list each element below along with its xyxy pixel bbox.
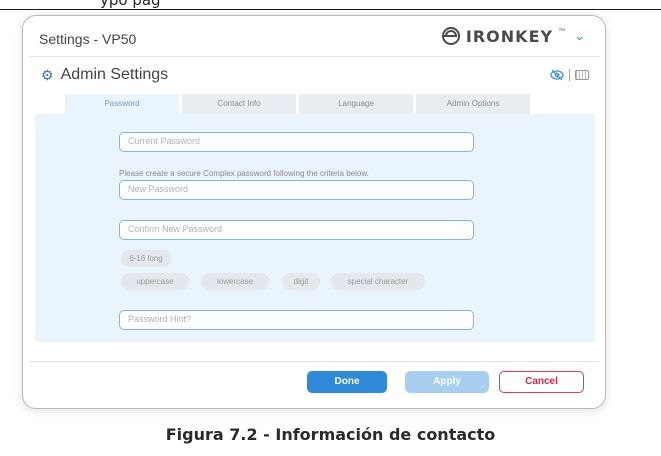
confirm-password-field[interactable]: Confirm New Password <box>119 220 474 240</box>
figure-caption: Figura 7.2 - Información de contacto <box>165 425 496 444</box>
criteria-chip-uppercase: uppercase <box>121 273 189 290</box>
criteria-chip-digit: digit <box>282 273 320 290</box>
ironkey-logo-icon <box>441 27 460 45</box>
brand: IRONKEY ™ ⌄ <box>441 26 585 46</box>
tab-language[interactable]: Language <box>299 94 413 114</box>
tab-admin-options[interactable]: Admin Options <box>416 94 530 114</box>
password-panel: Current Password Please create a secure … <box>35 114 595 342</box>
cancel-button[interactable]: Cancel <box>499 371 584 393</box>
brand-trademark: ™ <box>558 28 566 35</box>
new-password-field[interactable]: New Password <box>119 180 474 200</box>
chevron-down-icon[interactable]: ⌄ <box>574 28 585 44</box>
apply-button[interactable]: Apply <box>405 371 489 393</box>
show-password-icon[interactable] <box>550 69 564 81</box>
criteria-instruction: Please create a secure Complex password … <box>119 169 369 178</box>
tab-contact-info[interactable]: Contact Info <box>182 94 296 114</box>
done-button[interactable]: Done <box>307 371 387 393</box>
header-icons <box>550 69 589 81</box>
icon-divider <box>569 69 570 81</box>
settings-window: Settings - VP50 IRONKEY ™ ⌄ ⚙ Admin Sett… <box>22 15 606 409</box>
title-divider <box>29 56 599 57</box>
footer-divider <box>29 361 599 362</box>
admin-settings-title: Admin Settings <box>60 66 169 83</box>
tab-password[interactable]: Password <box>65 94 179 114</box>
brand-name: IRONKEY <box>465 26 554 46</box>
virtual-keyboard-icon[interactable] <box>575 70 589 80</box>
password-hint-field[interactable]: Password Hint? <box>119 310 474 330</box>
criteria-chip-special: special character <box>331 273 425 290</box>
current-password-field[interactable]: Current Password <box>119 132 474 152</box>
page-header-rule <box>0 9 661 10</box>
settings-tabs: Password Contact Info Language Admin Opt… <box>65 94 533 114</box>
gear-icon: ⚙ <box>41 66 54 83</box>
page-header-text: ypo pag <box>100 0 161 9</box>
admin-settings-header: ⚙ Admin Settings <box>41 66 168 84</box>
criteria-chip-lowercase: lowercase <box>201 273 269 290</box>
window-title: Settings - VP50 <box>39 31 137 47</box>
criteria-chip-length: 6-16 long <box>121 250 171 267</box>
